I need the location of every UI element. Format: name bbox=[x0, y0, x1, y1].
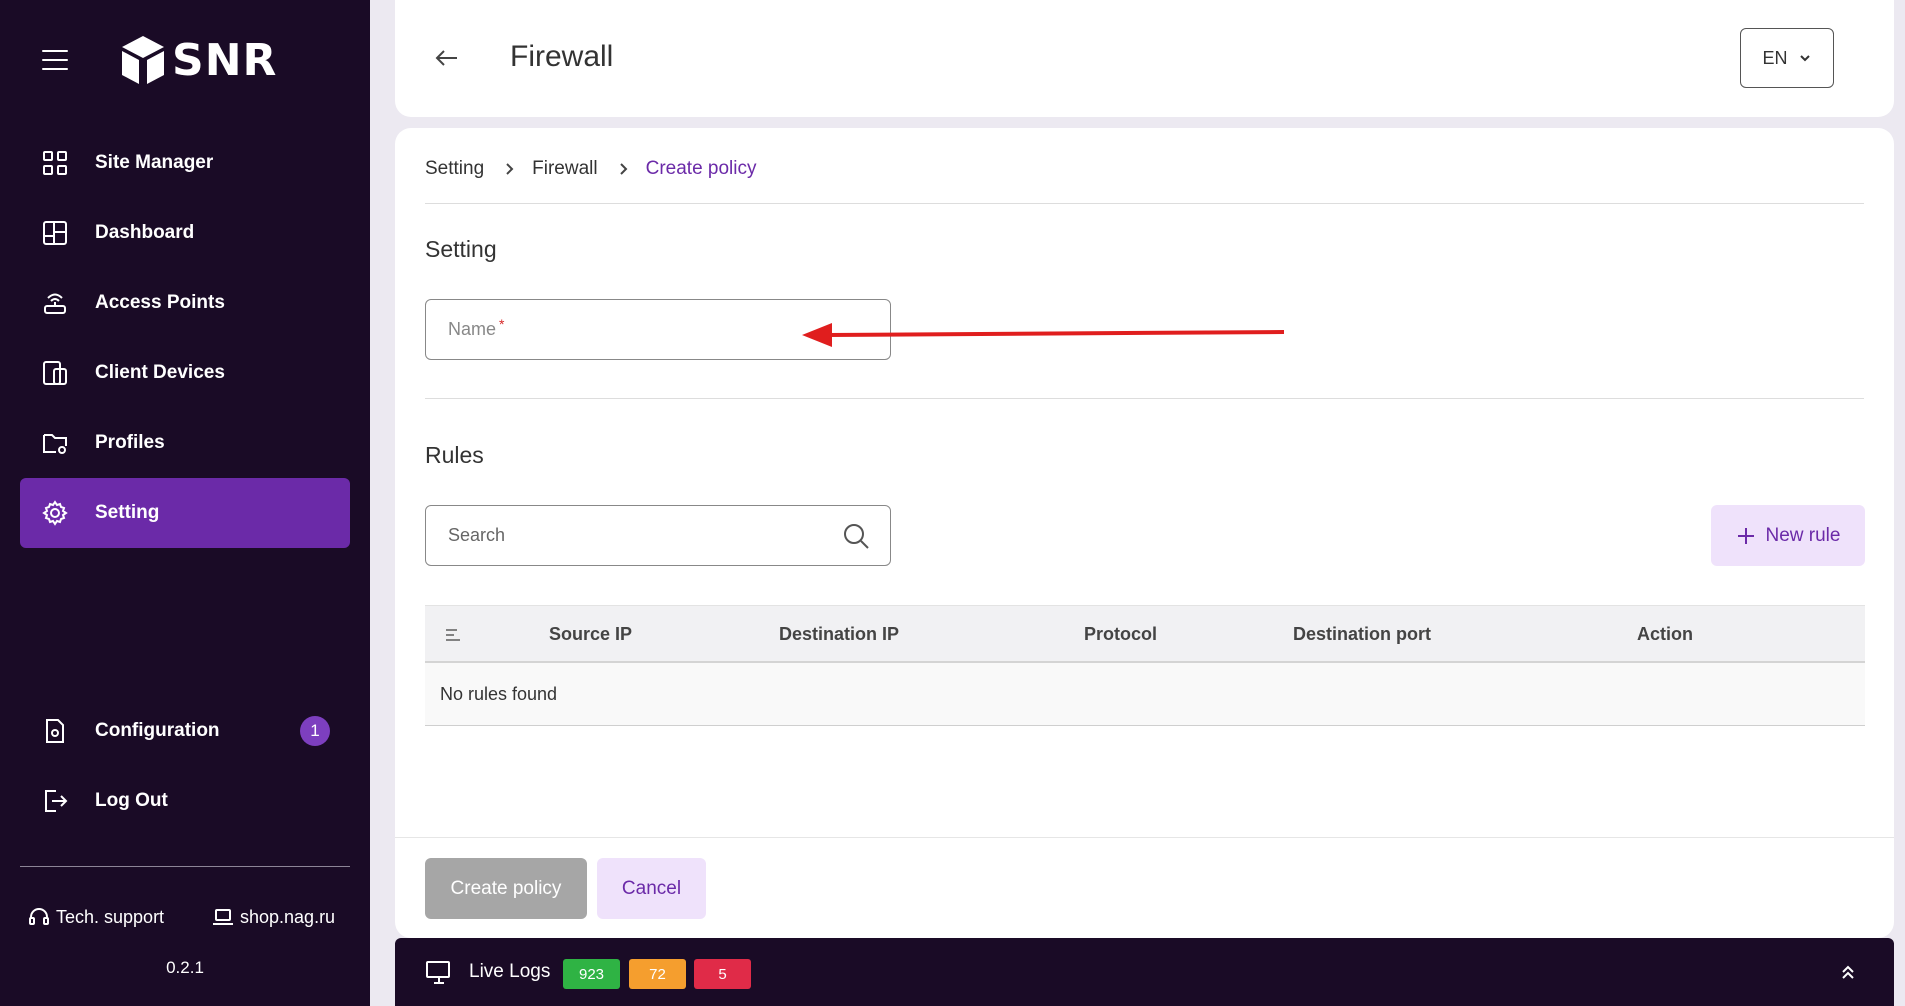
nav-site-manager[interactable]: Site Manager bbox=[20, 128, 350, 198]
name-placeholder: Name bbox=[448, 319, 497, 339]
hamburger-menu-icon[interactable] bbox=[42, 50, 68, 72]
logout-icon bbox=[45, 790, 68, 812]
divider bbox=[395, 837, 1894, 838]
configuration-badge: 1 bbox=[300, 716, 330, 746]
header: Firewall EN bbox=[395, 0, 1894, 117]
tech-support-label: Tech. support bbox=[56, 906, 165, 927]
log-count-warning: 72 bbox=[629, 959, 686, 989]
page-title: Firewall bbox=[510, 40, 614, 73]
version-label: 0.2.1 bbox=[166, 958, 204, 977]
nav-label: Client Devices bbox=[95, 362, 225, 383]
logo-text: SNR bbox=[172, 34, 278, 86]
breadcrumb-current: Create policy bbox=[645, 158, 757, 179]
nav-label: Configuration bbox=[95, 720, 220, 741]
nav-dashboard[interactable]: Dashboard bbox=[20, 198, 350, 268]
double-chevron-up-icon[interactable] bbox=[1838, 962, 1858, 982]
nav-label: Profiles bbox=[95, 432, 165, 453]
nav-label: Log Out bbox=[95, 790, 168, 811]
logo: SNR bbox=[120, 34, 277, 86]
main-content: Setting Firewall Create policy Setting N… bbox=[395, 128, 1894, 938]
nav-label: Access Points bbox=[95, 292, 225, 313]
headset-icon bbox=[29, 908, 49, 925]
chevron-right-icon bbox=[506, 163, 514, 175]
required-mark: * bbox=[499, 315, 505, 332]
breadcrumb: Setting Firewall Create policy bbox=[425, 158, 757, 180]
language-value: EN bbox=[1762, 47, 1788, 68]
access-point-icon bbox=[44, 293, 66, 314]
annotation-arrow-icon bbox=[802, 323, 1285, 347]
gear-icon bbox=[42, 500, 68, 526]
language-select[interactable]: EN bbox=[1740, 28, 1834, 88]
nav-setting[interactable]: Setting bbox=[20, 478, 350, 548]
nav-access-points[interactable]: Access Points bbox=[20, 268, 350, 338]
rules-section-title: Rules bbox=[425, 442, 484, 468]
nav-client-devices[interactable]: Client Devices bbox=[20, 338, 350, 408]
column-destination-ip[interactable]: Destination IP bbox=[779, 624, 899, 645]
column-menu-icon[interactable] bbox=[445, 628, 461, 642]
new-rule-button[interactable]: New rule bbox=[1711, 505, 1865, 566]
chevron-right-icon bbox=[619, 163, 628, 175]
tech-support-link[interactable]: Tech. support bbox=[28, 906, 164, 928]
breadcrumb-firewall[interactable]: Firewall bbox=[532, 158, 597, 180]
nav-label: Dashboard bbox=[95, 222, 195, 243]
column-source-ip[interactable]: Source IP bbox=[549, 624, 632, 645]
dashboard-icon bbox=[43, 221, 67, 245]
nav-logout[interactable]: Log Out bbox=[20, 766, 350, 836]
file-gear-icon bbox=[46, 719, 64, 743]
grid-icon bbox=[43, 151, 67, 175]
column-action[interactable]: Action bbox=[1637, 624, 1693, 645]
new-rule-label: New rule bbox=[1765, 524, 1841, 546]
live-logs-label: Live Logs bbox=[469, 961, 551, 982]
sidebar: SNR Site Manager Dashboard Access Points… bbox=[0, 0, 370, 1006]
search-icon bbox=[844, 524, 869, 549]
shop-link[interactable]: shop.nag.ru bbox=[212, 906, 335, 928]
nav-profiles[interactable]: Profiles bbox=[20, 408, 350, 478]
create-policy-button[interactable]: Create policy bbox=[425, 858, 587, 919]
chevron-down-icon bbox=[1799, 55, 1810, 62]
log-count-error: 5 bbox=[694, 959, 751, 989]
cancel-button[interactable]: Cancel bbox=[597, 858, 706, 919]
folder-gear-icon bbox=[43, 434, 67, 454]
breadcrumb-setting[interactable]: Setting bbox=[425, 158, 484, 180]
divider bbox=[425, 398, 1864, 399]
nav-label: Setting bbox=[95, 502, 160, 523]
live-logs-bar[interactable]: Live Logs 923 72 5 bbox=[395, 938, 1894, 1006]
devices-icon bbox=[43, 361, 67, 385]
divider bbox=[425, 203, 1864, 204]
nav-label: Site Manager bbox=[95, 152, 214, 173]
laptop-icon bbox=[213, 909, 233, 925]
back-arrow-icon[interactable] bbox=[433, 44, 461, 72]
shop-label: shop.nag.ru bbox=[240, 906, 336, 927]
log-count-info: 923 bbox=[563, 959, 620, 989]
sidebar-divider bbox=[20, 866, 350, 867]
monitor-icon bbox=[426, 961, 450, 984]
rules-table-header: Source IP Destination IP Protocol Destin… bbox=[425, 605, 1865, 663]
setting-section-title: Setting bbox=[425, 236, 497, 262]
snr-logo-icon bbox=[122, 36, 164, 84]
empty-table-message: No rules found bbox=[425, 663, 1865, 726]
column-protocol[interactable]: Protocol bbox=[1084, 624, 1157, 645]
plus-icon bbox=[1737, 527, 1754, 544]
nav-configuration[interactable]: Configuration 1 bbox=[20, 696, 350, 766]
search-placeholder: Search bbox=[448, 525, 506, 545]
column-destination-port[interactable]: Destination port bbox=[1293, 624, 1431, 645]
search-input[interactable]: Search bbox=[425, 505, 891, 566]
